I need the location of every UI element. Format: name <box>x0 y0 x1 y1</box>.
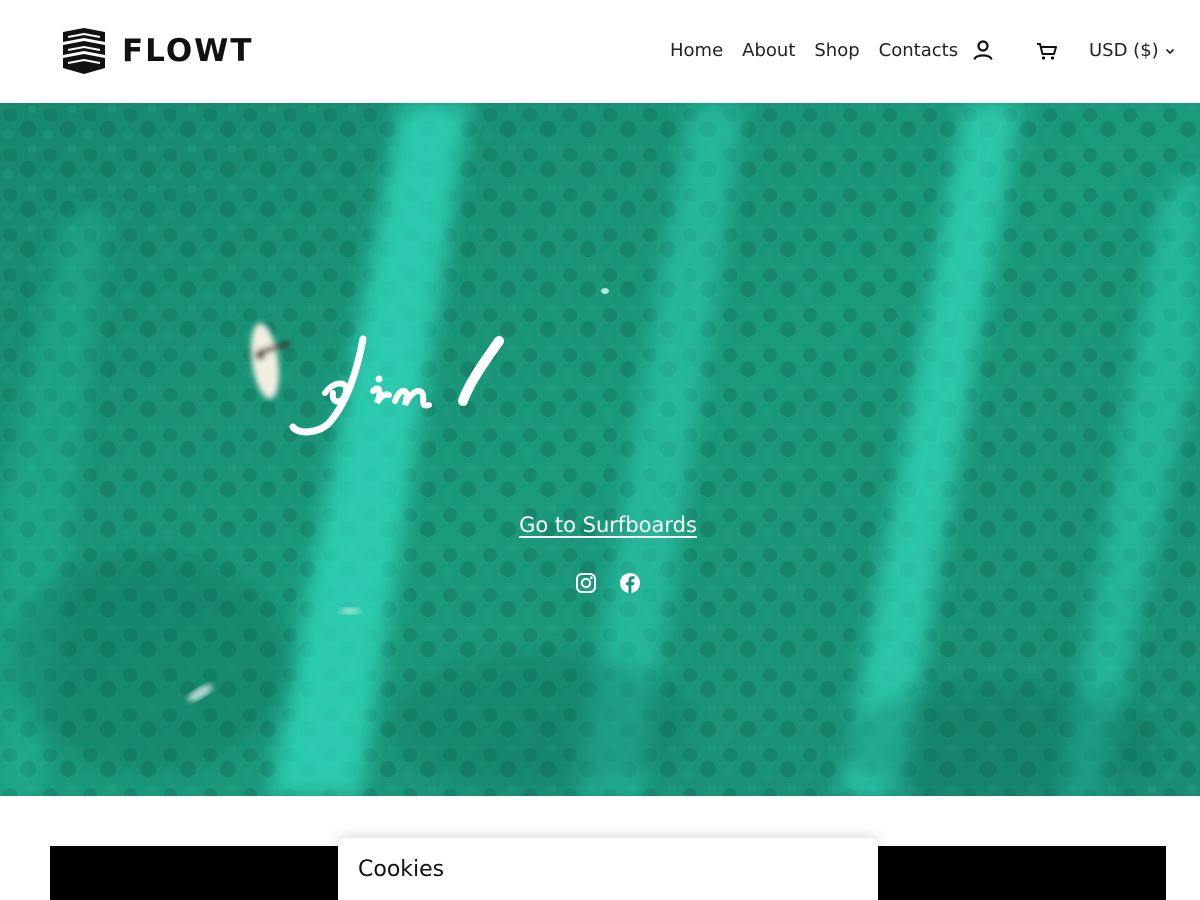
nav-item-about[interactable]: About <box>742 38 795 64</box>
user-icon[interactable] <box>970 38 996 64</box>
cookie-consent-panel: Cookies <box>338 838 878 900</box>
go-to-surfboards-link[interactable]: Go to Surfboards <box>0 510 1200 540</box>
ocean-background-image <box>0 103 1200 796</box>
instagram-icon[interactable] <box>574 571 598 595</box>
currency-label: USD ($) <box>1089 40 1159 61</box>
nav-item-shop[interactable]: Shop <box>814 38 859 64</box>
facebook-icon[interactable] <box>618 571 642 595</box>
main-nav: Home About Shop Contacts <box>670 38 958 64</box>
brand-logo[interactable]: FLOWT <box>60 28 254 74</box>
brand-name: FLOWT <box>122 32 254 69</box>
cart-icon[interactable] <box>1034 38 1060 64</box>
cookie-title: Cookies <box>358 857 445 882</box>
nav-item-home[interactable]: Home <box>670 38 723 64</box>
social-links <box>574 571 642 595</box>
site-header: FLOWT Home About Shop Contacts USD ($) <box>0 0 1200 103</box>
chevron-stack-logo-icon <box>63 28 105 74</box>
script-heading-graphic <box>289 335 504 436</box>
nav-item-contacts[interactable]: Contacts <box>879 38 958 64</box>
chevron-down-icon <box>1165 48 1174 55</box>
hero-banner: Go to Surfboards <box>0 103 1200 796</box>
currency-selector[interactable]: USD ($) <box>1089 38 1176 64</box>
